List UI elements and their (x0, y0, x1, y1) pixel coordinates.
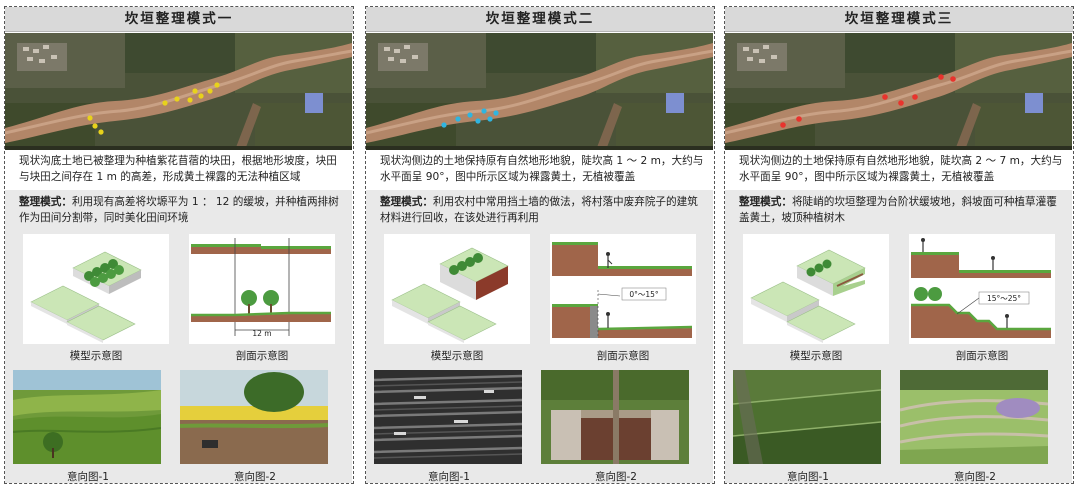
section-dimension: 12 m (252, 329, 271, 338)
photo1-caption: 意向图-1 (787, 471, 829, 483)
model-diagram (743, 234, 889, 344)
section-caption: 剖面示意图 (955, 350, 1009, 362)
section-angle: 0°～15° (629, 290, 659, 299)
mode-label: 整理模式： (380, 196, 433, 208)
reference-photo-2 (180, 370, 328, 464)
section-caption: 剖面示意图 (235, 350, 289, 362)
reference-photo-1 (13, 370, 161, 464)
panel-mode-1: 坎垣整理模式一 现状沟底土地已被整理为种植紫花苜蓿的块田，根据地形坡度，块田与块… (4, 6, 354, 484)
intro-text: 现状沟侧边的土地保持原有自然地形地貌，陡坎高 2 ～ 7 m，大约与水平面呈 9… (739, 155, 1063, 183)
section-diagram: 12 m (189, 234, 335, 344)
photo2-caption: 意向图-2 (234, 471, 276, 483)
reference-photo-1 (374, 370, 522, 464)
model-caption: 模型示意图 (789, 350, 843, 362)
model-diagram (23, 234, 169, 344)
section-diagram: 0°～15° (550, 234, 696, 344)
mode-box: 整理模式：将陡峭的坎垣整理为台阶状缓坡地，斜坡面可种植草灌覆盖黄土，坡顶种植树木 (725, 190, 1072, 483)
mode-text: 整理模式：将陡峭的坎垣整理为台阶状缓坡地，斜坡面可种植草灌覆盖黄土，坡顶种植树木 (739, 194, 1065, 226)
mode-text: 整理模式：利用农村中常用挡土墙的做法，将村落中废弃院子的建筑材料进行回收，在该处… (380, 194, 706, 226)
model-caption: 模型示意图 (430, 350, 484, 362)
panel-title: 坎垣整理模式三 (725, 7, 1073, 32)
aerial-photo (725, 33, 1072, 150)
mode-box: 整理模式：利用现有高差将坎塬平为 1 ： 12 的缓坡，并种植两排树作为田间分割… (5, 190, 352, 483)
panel-title: 坎垣整理模式二 (366, 7, 714, 32)
intro-text: 现状沟侧边的土地保持原有自然地形地貌，陡坎高 1 ～ 2 m，大约与水平面呈 9… (380, 155, 704, 183)
panel-mode-3: 坎垣整理模式三 现状沟侧边的土地保持原有自然地形地貌，陡坎高 2 ～ 7 m，大… (724, 6, 1074, 484)
photo2-caption: 意向图-2 (595, 471, 637, 483)
section-angle: 15°～25° (987, 294, 1021, 303)
mode-label: 整理模式： (19, 196, 72, 208)
mode-box: 整理模式：利用农村中常用挡土墙的做法，将村落中废弃院子的建筑材料进行回收，在该处… (366, 190, 713, 483)
section-diagram: 15°～25° (909, 234, 1055, 344)
photo1-caption: 意向图-1 (428, 471, 470, 483)
panel-title: 坎垣整理模式一 (5, 7, 353, 32)
intro-text: 现状沟底土地已被整理为种植紫花苜蓿的块田，根据地形坡度，块田与块田之间存在 1 … (19, 155, 337, 183)
reference-photo-2 (900, 370, 1048, 464)
section-caption: 剖面示意图 (596, 350, 650, 362)
model-diagram (384, 234, 530, 344)
mode-text: 整理模式：利用现有高差将坎塬平为 1 ： 12 的缓坡，并种植两排树作为田间分割… (19, 194, 345, 226)
reference-photo-2 (541, 370, 689, 464)
mode-label: 整理模式： (739, 196, 792, 208)
model-caption: 模型示意图 (69, 350, 123, 362)
reference-photo-1 (733, 370, 881, 464)
aerial-photo (366, 33, 713, 150)
aerial-photo (5, 33, 352, 150)
photo1-caption: 意向图-1 (67, 471, 109, 483)
photo2-caption: 意向图-2 (954, 471, 996, 483)
panel-mode-2: 坎垣整理模式二 现状沟侧边的土地保持原有自然地形地貌，陡坎高 1 ～ 2 m，大… (365, 6, 715, 484)
